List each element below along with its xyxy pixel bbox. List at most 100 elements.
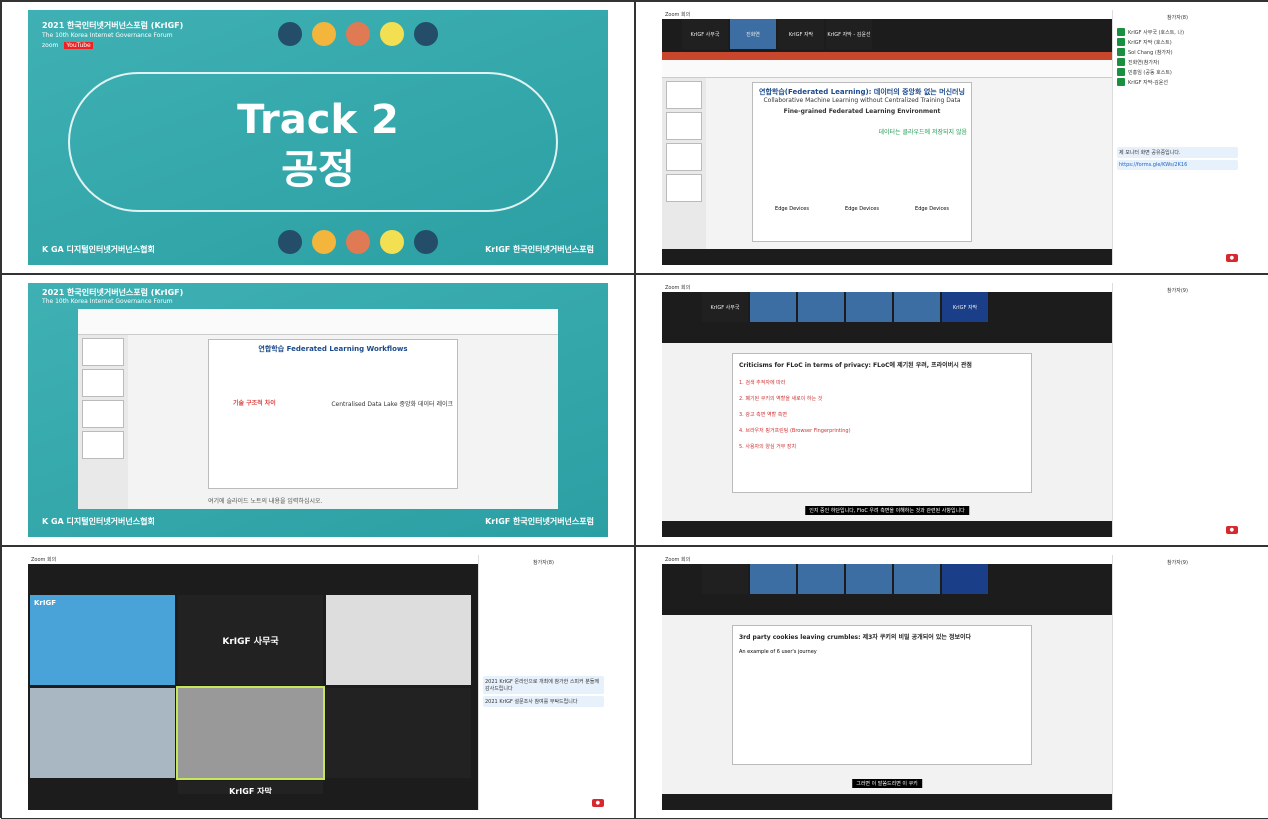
slide-canvas: Criticisms for FLoC in terms of privacy:… xyxy=(732,353,1032,493)
participant-name: 민홍임 (공동 호스트) xyxy=(1128,69,1172,76)
avatar xyxy=(1117,28,1125,36)
panel-slide-share: 2021 한국인터넷거버넌스포럼 (KrIGF) The 10th Korea … xyxy=(1,274,635,546)
bullet: 2. 폐기된 쿠키의 역할을 새로이 하는 것 xyxy=(739,396,823,402)
zoom-toolbar xyxy=(28,794,478,810)
slide-canvas: 연합학습(Federated Learning): 데이터의 중앙화 없는 머신… xyxy=(752,82,972,242)
powerpoint-window: 연합학습(Federated Learning): 데이터의 중앙화 없는 머신… xyxy=(662,52,1112,249)
participant-row[interactable]: Sol Chang (참가자) xyxy=(1117,47,1238,57)
panel-gallery-view: Zoom 회의 KrIGF KrIGF 사무국 KrIGF 자막 참가자(8) … xyxy=(1,546,635,819)
video-tile[interactable] xyxy=(750,564,796,594)
panel-zoom-share-2: Zoom 회의 KrIGF 사무국 KrIGF 자막 Criticisms fo… xyxy=(635,274,1268,546)
participant-name: KrIGF 사무국 (호스트, 나) xyxy=(1128,29,1185,36)
edge-label: Edge Devices xyxy=(915,206,949,212)
illustrations-top xyxy=(278,22,438,46)
slide-canvas: 연합학습 Federated Learning Workflows 기술 구조적… xyxy=(208,339,458,489)
slide-subtitle: Collaborative Machine Learning without C… xyxy=(763,97,961,104)
panel-zoom-share-1: Zoom 회의 KrIGF 사무국 진화연 KrIGF 자막 KrIGF 자막 … xyxy=(635,1,1268,274)
slide-note: An example of 6 user's journey xyxy=(739,649,817,655)
chat-panel: 제 모니터 화면 공유중입니다. https://forms.gle/KWs/2… xyxy=(1117,147,1238,170)
track-title: Track 2 공정 xyxy=(28,95,608,195)
participant-row[interactable]: 민홍임 (공동 호스트) xyxy=(1117,67,1238,77)
video-tile[interactable]: 진화연 xyxy=(730,19,776,49)
video-tile[interactable]: KrIGF 자막 xyxy=(942,292,988,322)
forum-title: 2021 한국인터넷거버넌스포럼 (KrIGF) xyxy=(42,288,184,297)
avatar xyxy=(1117,38,1125,46)
avatar xyxy=(1117,68,1125,76)
chat-link[interactable]: https://forms.gle/KWs/2K16 xyxy=(1117,160,1238,170)
krigf-logo: KrIGF xyxy=(34,599,57,607)
slide-thumbnail[interactable] xyxy=(666,143,702,171)
chat-panel: 2021 KrIGF 온라인으로 개최에 참가한 스피커 분들께 감사드립니다 … xyxy=(483,676,604,707)
slide-notes[interactable]: 여기에 슬라이드 노트의 내용을 입력하십시오. xyxy=(208,496,322,505)
forum-subtitle: The 10th Korea Internet Governance Forum xyxy=(42,298,173,305)
video-tile[interactable] xyxy=(326,688,471,778)
slide-thumbnails xyxy=(78,335,128,509)
person-illustration-icon xyxy=(380,22,404,46)
video-tile[interactable] xyxy=(798,292,844,322)
ribbon xyxy=(78,309,558,335)
slide-thumbnail[interactable] xyxy=(82,431,124,459)
slide-thumbnail[interactable] xyxy=(666,81,702,109)
participant-row[interactable]: KrIGF 자막-김윤선 xyxy=(1117,77,1238,87)
leave-button[interactable]: ● xyxy=(1225,526,1238,534)
video-tile[interactable] xyxy=(942,564,988,594)
slide-thumbnail[interactable] xyxy=(82,369,124,397)
participants-panel: 참가자(8) KrIGF 사무국 (호스트, 나) KrIGF 자막 (호스트)… xyxy=(1112,10,1242,265)
participant-name: 진화연(참가자) xyxy=(1128,59,1160,66)
person-illustration-icon xyxy=(346,22,370,46)
youtube-logo: YouTube xyxy=(64,42,93,49)
slide-thumbnail[interactable] xyxy=(666,174,702,202)
edge-label: Edge Devices xyxy=(845,206,879,212)
platform-logos: zoom YouTube xyxy=(42,42,93,49)
participants-header: 참가자(9) xyxy=(1167,560,1188,566)
krigf-logo: KrIGF 한국인터넷거버넌스포럼 xyxy=(485,517,594,526)
video-tile[interactable] xyxy=(798,564,844,594)
video-tile[interactable] xyxy=(894,564,940,594)
forum-subtitle: The 10th Korea Internet Governance Forum xyxy=(42,32,173,39)
bullet: 3. 광고 측면 역할 측면 xyxy=(739,412,787,418)
shared-screen: Criticisms for FLoC in terms of privacy:… xyxy=(662,343,1112,521)
leave-button[interactable]: ● xyxy=(1225,254,1238,262)
caption: 인지 중인 하단입니다, FloC 우려 측면을 이해하는 것과 관련된 사항입… xyxy=(805,506,969,515)
title-slide: 2021 한국인터넷거버넌스포럼 (KrIGF) The 10th Korea … xyxy=(28,10,608,265)
zoom-logo: zoom xyxy=(42,42,59,49)
active-speaker-tile[interactable] xyxy=(176,686,325,780)
slide-title: 연합학습(Federated Learning): 데이터의 중앙화 없는 머신… xyxy=(759,88,965,96)
video-tile[interactable]: KrIGF 자막 - 김윤선 xyxy=(826,19,872,49)
video-tile[interactable]: KrIGF 사무국 xyxy=(682,19,728,49)
slide-thumbnail[interactable] xyxy=(82,400,124,428)
video-tile[interactable] xyxy=(846,292,892,322)
chat-message: 2021 KrIGF 설문조사 참여를 부탁드립니다 xyxy=(483,696,604,707)
video-tile[interactable] xyxy=(702,564,748,594)
track-number: Track 2 xyxy=(237,97,399,143)
participants-header: 참가자(8) xyxy=(1167,15,1188,21)
slide-thumbnail[interactable] xyxy=(82,338,124,366)
video-tile[interactable]: KrIGF 자막 xyxy=(778,19,824,49)
participant-row[interactable]: KrIGF 자막 (호스트) xyxy=(1117,37,1238,47)
avatar xyxy=(1117,58,1125,66)
person-illustration-icon xyxy=(312,230,336,254)
edge-labels: Edge Devices Edge Devices Edge Devices xyxy=(757,206,967,212)
video-tile[interactable] xyxy=(846,564,892,594)
avatar xyxy=(1117,48,1125,56)
leave-button[interactable]: ● xyxy=(591,799,604,807)
person-illustration-icon xyxy=(414,230,438,254)
video-tile[interactable] xyxy=(750,292,796,322)
slide-canvas: 3rd party cookies leaving crumbles: 제3자 … xyxy=(732,625,1032,765)
slide-title: Criticisms for FLoC in terms of privacy:… xyxy=(739,362,972,369)
video-tile[interactable]: KrIGF 사무국 xyxy=(702,292,748,322)
participants-panel: 참가자(9) xyxy=(1112,555,1242,810)
slide-title: 3rd party cookies leaving crumbles: 제3자 … xyxy=(739,634,972,641)
bullet: 5. 사용자의 양심 거부 장치 xyxy=(739,444,797,450)
video-tile[interactable] xyxy=(30,688,175,778)
slide-thumbnail[interactable] xyxy=(666,112,702,140)
video-tile[interactable]: KrIGF xyxy=(30,595,175,685)
participant-row[interactable]: 진화연(참가자) xyxy=(1117,57,1238,67)
participant-row[interactable]: KrIGF 사무국 (호스트, 나) xyxy=(1117,27,1238,37)
video-tile[interactable]: KrIGF 사무국 xyxy=(178,595,323,685)
person-illustration-icon xyxy=(346,230,370,254)
video-strip: KrIGF 사무국 진화연 KrIGF 자막 KrIGF 자막 - 김윤선 xyxy=(682,19,872,49)
zoom-toolbar xyxy=(662,521,1112,537)
video-tile[interactable] xyxy=(326,595,471,685)
video-tile[interactable] xyxy=(894,292,940,322)
